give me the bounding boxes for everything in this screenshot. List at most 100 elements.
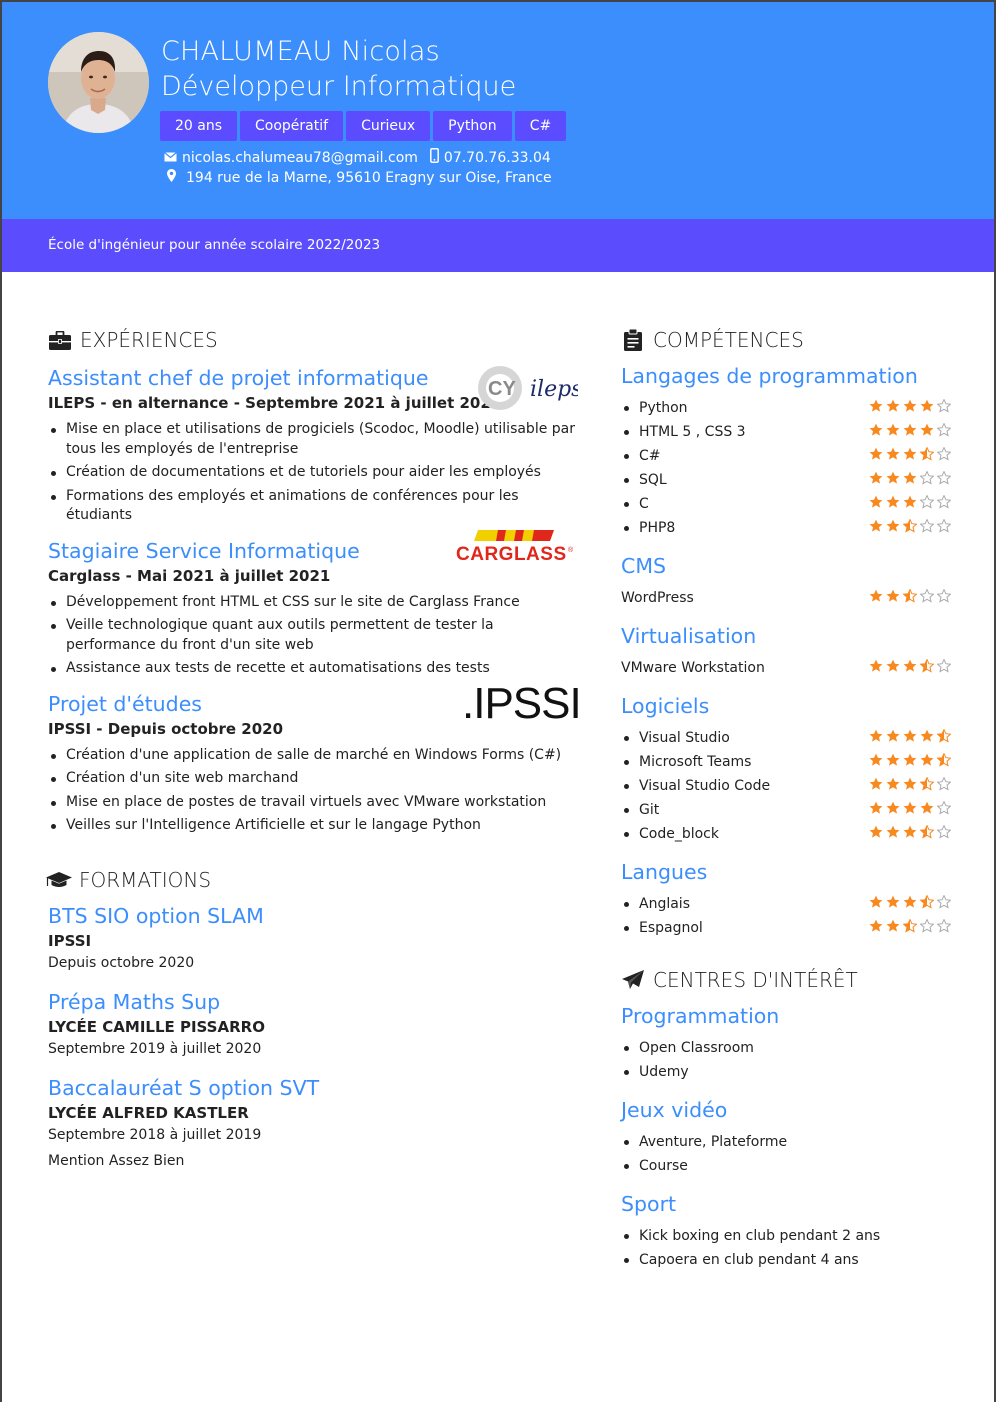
star-icon xyxy=(937,399,951,413)
list-item: Open Classroom xyxy=(621,1036,951,1060)
star-icon xyxy=(869,777,883,790)
star-icon xyxy=(920,471,934,485)
skill-name: Anglais xyxy=(639,896,690,912)
star-rating xyxy=(869,519,951,533)
skill-list: WordPress xyxy=(621,586,951,610)
skill-name: Code_block xyxy=(639,826,719,842)
formation-school: LYCÉE CAMILLE PISSARRO xyxy=(48,1017,265,1036)
cv-page: CHALUMEAU Nicolas Développeur Informatiq… xyxy=(0,0,996,1402)
skill-row: SQL xyxy=(621,468,951,492)
list-item: Formations des employés et animations de… xyxy=(48,487,578,526)
formation-title: Prépa Maths Sup xyxy=(48,989,221,1014)
list-item: Capoera en club pendant 4 ans xyxy=(621,1248,951,1272)
skills-container: Langages de programmation Python HTML 5 , … xyxy=(621,362,951,940)
star-icon xyxy=(869,659,883,672)
star-icon xyxy=(920,589,934,603)
star-icon xyxy=(920,399,934,412)
experiences-heading: EXPÉRIENCES xyxy=(48,324,578,356)
interest-list: Open Classroom Udemy xyxy=(621,1036,951,1084)
star-icon xyxy=(903,423,917,436)
interest-group-title: Sport xyxy=(621,1192,677,1216)
list-item: Course xyxy=(621,1154,951,1178)
avatar xyxy=(48,32,149,133)
objective-bar: École d'ingénieur pour année scolaire 20… xyxy=(2,219,994,272)
star-rating xyxy=(869,753,951,767)
star-icon xyxy=(937,471,951,485)
skill-group: Logiciels Visual Studio Microsoft Teams Vis… xyxy=(621,692,951,846)
star-icon xyxy=(937,729,951,743)
star-icon xyxy=(920,423,934,436)
formation-school: IPSSI xyxy=(48,931,92,950)
svg-text:®: ® xyxy=(568,546,574,554)
map-pin-icon xyxy=(167,169,176,186)
star-rating xyxy=(869,825,951,839)
skill-row: Espagnol xyxy=(621,916,951,940)
interests-container: Programmation Open Classroom Udemy Jeux vid… xyxy=(621,1002,951,1272)
skill-name: Visual Studio xyxy=(639,730,730,746)
phone-number[interactable]: 07.70.76.33.04 xyxy=(444,150,551,166)
email-link[interactable]: nicolas.chalumeau78@gmail.com xyxy=(182,150,418,166)
mail-icon xyxy=(164,150,177,166)
star-icon xyxy=(937,589,951,603)
star-rating xyxy=(869,895,951,909)
star-icon xyxy=(869,519,883,532)
list-item: Udemy xyxy=(621,1060,951,1084)
interest-list: Kick boxing en club pendant 2 ans Capoera… xyxy=(621,1224,951,1272)
star-icon xyxy=(869,447,883,460)
skill-name: C# xyxy=(639,448,661,464)
star-icon xyxy=(903,471,917,484)
star-icon xyxy=(903,825,917,838)
star-icon xyxy=(903,729,917,742)
skill-name: Git xyxy=(639,802,660,818)
ileps-logo: CY ileps xyxy=(478,360,582,416)
formation-date: Septembre 2018 à juillet 2019 xyxy=(48,1126,262,1143)
interest-group-title: Jeux vidéo xyxy=(621,1098,728,1122)
star-icon xyxy=(886,777,900,790)
star-icon xyxy=(937,919,951,933)
experience-item: CARGLASS ® Stagiaire Service Informatiqu… xyxy=(48,529,578,679)
star-icon xyxy=(903,777,917,790)
skill-group: Langues Anglais Espagnol xyxy=(621,858,951,940)
star-icon xyxy=(869,919,883,932)
star-icon xyxy=(886,825,900,838)
skill-group-title: Langues xyxy=(621,860,708,884)
experience-bullets: Développement front HTML et CSS sur le s… xyxy=(48,593,578,679)
list-item: Kick boxing en club pendant 2 ans xyxy=(621,1224,951,1248)
star-icon xyxy=(903,399,917,412)
star-rating xyxy=(869,729,951,743)
experience-item: .IPSSI Projet d'études IPSSI - Depuis oc… xyxy=(48,679,582,836)
star-icon xyxy=(920,447,934,461)
skill-row: Git xyxy=(621,798,951,822)
star-icon xyxy=(937,447,951,461)
tag-badge: C# xyxy=(514,111,567,141)
skill-name: WordPress xyxy=(621,590,694,606)
skill-group: Langages de programmation Python HTML 5 , … xyxy=(621,362,951,540)
skill-row: Visual Studio Code xyxy=(621,774,951,798)
star-icon xyxy=(886,589,900,602)
star-icon xyxy=(869,589,883,602)
list-item: Aventure, Plateforme xyxy=(621,1130,951,1154)
skill-row: HTML 5 , CSS 3 xyxy=(621,420,951,444)
interest-group-title: Programmation xyxy=(621,1004,780,1028)
star-icon xyxy=(886,495,900,508)
star-icon xyxy=(937,777,951,791)
star-icon xyxy=(920,777,934,791)
skill-row: VMware Workstation xyxy=(621,656,951,680)
star-icon xyxy=(886,919,900,932)
address: 194 rue de la Marne, 95610 Eragny sur Oi… xyxy=(186,169,552,186)
star-icon xyxy=(903,659,917,672)
star-icon xyxy=(903,495,917,508)
skill-list: Anglais Espagnol xyxy=(621,892,951,940)
interests-heading: CENTRES D'INTÉRÊT xyxy=(621,964,951,996)
skill-list: VMware Workstation xyxy=(621,656,951,680)
skill-list: Visual Studio Microsoft Teams Visual Studi… xyxy=(621,726,951,846)
skill-name: SQL xyxy=(639,472,667,488)
list-item: Veilles sur l'Intelligence Artificielle … xyxy=(48,816,578,836)
skill-name: VMware Workstation xyxy=(621,660,765,676)
star-icon xyxy=(937,753,951,767)
skill-group-title: Logiciels xyxy=(621,694,710,718)
formations-heading: FORMATIONS xyxy=(45,864,578,896)
skill-row: WordPress xyxy=(621,586,951,610)
tag-badge: Python xyxy=(433,111,512,141)
star-rating xyxy=(869,777,951,791)
